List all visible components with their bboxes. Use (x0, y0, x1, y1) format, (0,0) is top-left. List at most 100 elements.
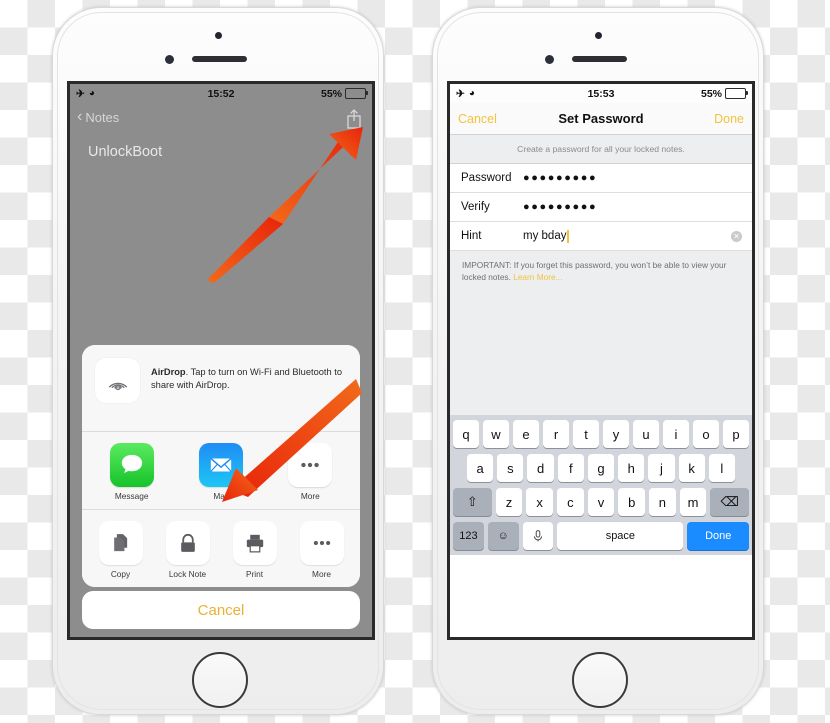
key-j[interactable]: j (648, 454, 675, 483)
key-g[interactable]: g (587, 454, 615, 483)
hint-label: Hint (461, 230, 482, 242)
text-caret (567, 229, 569, 243)
home-button[interactable] (192, 652, 248, 708)
password-input[interactable]: ●●●●●●●●● (523, 172, 597, 184)
mail-icon (198, 443, 243, 487)
form-subtitle: Create a password for all your locked no… (450, 135, 752, 164)
page-title: Set Password (558, 111, 644, 126)
key-w[interactable]: w (483, 420, 509, 449)
hint-input[interactable]: my bday (523, 230, 566, 242)
key-f[interactable]: f (557, 454, 584, 483)
key-r[interactable]: r (543, 420, 569, 449)
note-body-text: UnlockBoot (88, 144, 163, 160)
key-b[interactable]: b (618, 488, 646, 517)
print-icon (232, 521, 277, 565)
key-x[interactable]: x (526, 488, 553, 517)
key-y[interactable]: y (603, 420, 629, 449)
key-n[interactable]: n (649, 488, 676, 517)
share-apps-row: Message Mail More (82, 432, 360, 509)
notes-nav-bar: ‹ Notes (70, 103, 372, 136)
home-button[interactable] (572, 652, 628, 708)
emoji-key-icon[interactable]: ☺ (487, 522, 519, 551)
password-field-row[interactable]: Password ●●●●●●●●● (450, 164, 752, 193)
clear-text-icon[interactable]: ✕ (731, 230, 742, 242)
verify-field-row[interactable]: Verify ●●●●●●●●● (450, 193, 752, 222)
front-camera (215, 32, 222, 39)
on-screen-keyboard: q w e r t y u i o p a s d f g h j k l ⇧ … (450, 415, 752, 556)
key-e[interactable]: e (513, 420, 539, 449)
status-bar: ✈ ◕ 15:52 55% (70, 84, 372, 103)
backspace-key-icon[interactable]: ⌫ (710, 488, 750, 517)
status-right-icons: 55% (321, 88, 368, 100)
key-o[interactable]: o (693, 420, 719, 449)
left-iphone-device: ✈ ◕ 15:52 55% ‹ Notes UnlockBoot AirDrop… (53, 8, 383, 714)
battery-percent-label: 55% (700, 87, 722, 100)
airdrop-section[interactable]: AirDrop. Tap to turn on Wi-Fi and Blueto… (82, 345, 360, 431)
front-camera (595, 32, 602, 39)
share-app-message[interactable]: Message (88, 443, 175, 501)
action-print[interactable]: Print (222, 521, 287, 579)
key-t[interactable]: t (573, 420, 599, 449)
shift-key-icon[interactable]: ⇧ (452, 488, 492, 517)
key-c[interactable]: c (557, 488, 584, 517)
messages-icon (109, 443, 154, 487)
key-m[interactable]: m (679, 488, 707, 517)
important-text: IMPORTANT: If you forget this password, … (462, 260, 727, 283)
share-app-label: More (300, 491, 320, 501)
left-screen: ✈ ◕ 15:52 55% ‹ Notes UnlockBoot AirDrop… (67, 81, 375, 640)
share-cancel-button[interactable]: Cancel (82, 591, 360, 629)
action-more[interactable]: More (289, 521, 354, 579)
key-i[interactable]: i (663, 420, 689, 449)
earpiece-speaker (192, 56, 247, 62)
dictation-mic-icon[interactable] (522, 522, 554, 551)
share-app-label: Message (114, 491, 149, 501)
share-sheet: AirDrop. Tap to turn on Wi-Fi and Blueto… (82, 345, 360, 587)
action-copy[interactable]: Copy (88, 521, 153, 579)
chevron-left-icon: ‹ (77, 108, 83, 125)
important-footer-note: IMPORTANT: If you forget this password, … (450, 251, 752, 293)
keyboard-row-4: 123 ☺ space Done (453, 522, 749, 551)
battery-icon (725, 88, 748, 99)
right-screen: ✈ ◕ 15:53 55% Cancel Set Password Done C… (447, 81, 755, 640)
keyboard-done-key[interactable]: Done (687, 522, 749, 551)
back-to-notes-button[interactable]: ‹ Notes (77, 109, 119, 125)
key-k[interactable]: k (678, 454, 705, 483)
status-bar: ✈ ◕ 15:53 55% (450, 84, 752, 103)
action-label: Print (245, 569, 264, 579)
airdrop-title: AirDrop (151, 367, 186, 377)
set-password-nav-bar: Cancel Set Password Done (450, 103, 752, 135)
share-app-more[interactable]: More (267, 443, 354, 501)
space-key[interactable]: space (557, 522, 684, 551)
empty-content-area (450, 292, 752, 416)
action-lock-note[interactable]: Lock Note (155, 521, 220, 579)
key-a[interactable]: a (467, 454, 494, 483)
proximity-sensor (165, 55, 174, 64)
numbers-key[interactable]: 123 (453, 522, 484, 551)
action-label: Lock Note (168, 569, 207, 579)
key-l[interactable]: l (708, 454, 735, 483)
key-d[interactable]: d (527, 454, 554, 483)
share-app-mail[interactable]: Mail (177, 443, 264, 501)
learn-more-link[interactable]: Learn More... (513, 272, 562, 282)
keyboard-row-3: ⇧ z x c v b n m ⌫ (452, 488, 750, 517)
key-h[interactable]: h (618, 454, 645, 483)
verify-label: Verify (461, 201, 490, 213)
verify-input[interactable]: ●●●●●●●●● (523, 201, 597, 213)
status-right-icons: 55% (700, 87, 748, 100)
copy-icon (98, 521, 143, 565)
battery-icon (345, 88, 368, 99)
key-u[interactable]: u (633, 420, 659, 449)
key-q[interactable]: q (453, 420, 479, 449)
airdrop-icon (95, 358, 140, 403)
lock-icon (165, 521, 210, 565)
key-s[interactable]: s (497, 454, 524, 483)
key-z[interactable]: z (495, 488, 523, 517)
more-dots-icon (299, 521, 344, 565)
key-v[interactable]: v (587, 488, 615, 517)
earpiece-speaker (572, 56, 627, 62)
share-icon[interactable] (346, 108, 362, 129)
action-label: Copy (110, 569, 131, 579)
key-p[interactable]: p (723, 420, 749, 449)
hint-field-row[interactable]: Hint my bday ✕ (450, 222, 752, 251)
more-dots-icon (288, 443, 333, 487)
